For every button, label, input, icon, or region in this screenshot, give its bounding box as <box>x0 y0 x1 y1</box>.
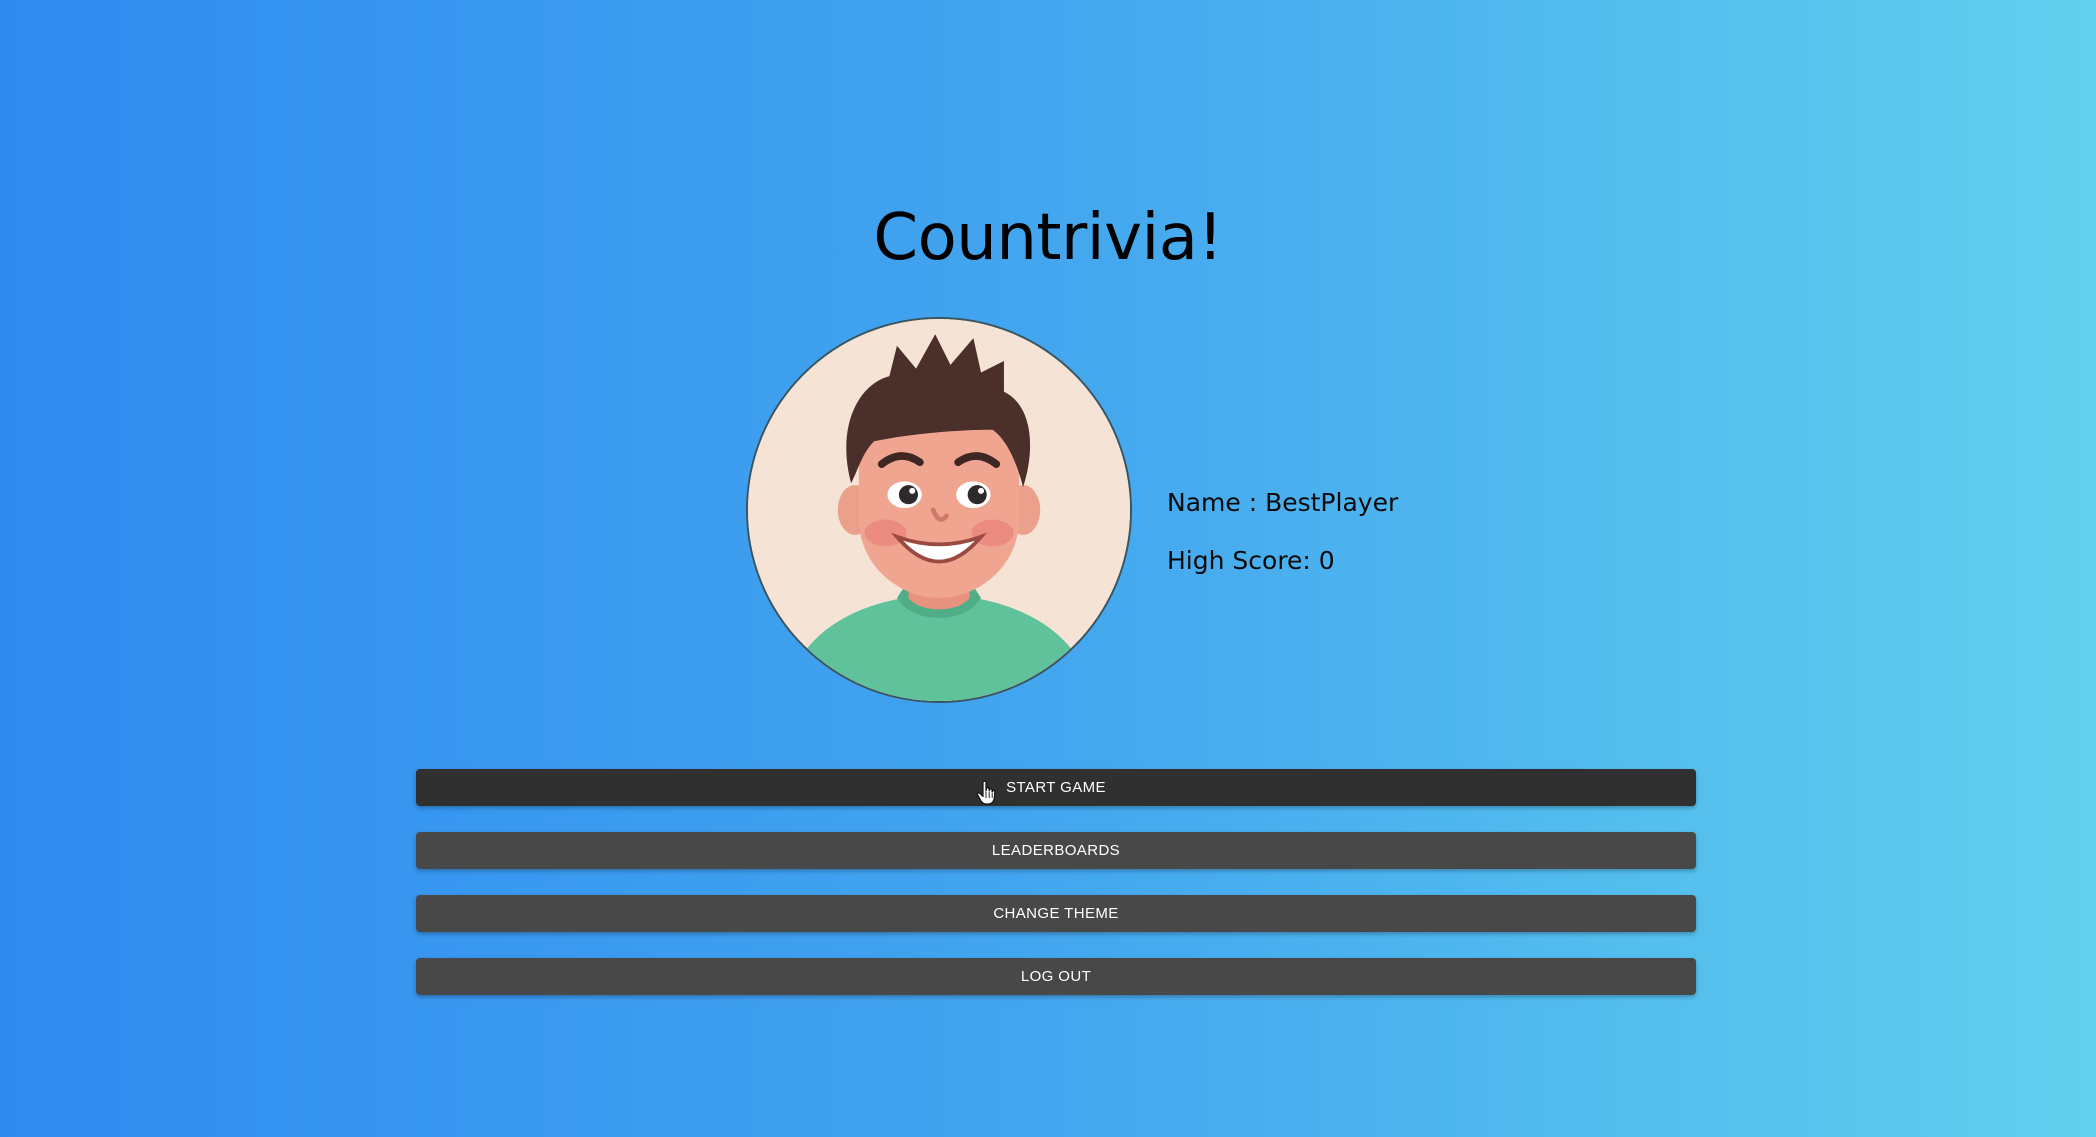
profile-info: Name : BestPlayer High Score: 0 <box>1167 485 1398 579</box>
start-game-button[interactable]: START GAME <box>416 769 1696 806</box>
smiling-boy-avatar-icon <box>748 319 1130 701</box>
player-name: Name : BestPlayer <box>1167 488 1399 517</box>
change-theme-button[interactable]: CHANGE THEME <box>416 895 1696 932</box>
high-score: High Score: 0 <box>1167 546 1335 575</box>
leaderboards-button[interactable]: LEADERBOARDS <box>416 832 1696 869</box>
log-out-button[interactable]: LOG OUT <box>416 958 1696 995</box>
main-menu: START GAME LEADERBOARDS CHANGE THEME LOG… <box>416 769 1696 1021</box>
avatar <box>746 317 1132 703</box>
page-title: Countrivia! <box>873 201 1223 275</box>
app-root: Countrivia! Name: BestPlayer High Score… <box>0 0 2096 1137</box>
